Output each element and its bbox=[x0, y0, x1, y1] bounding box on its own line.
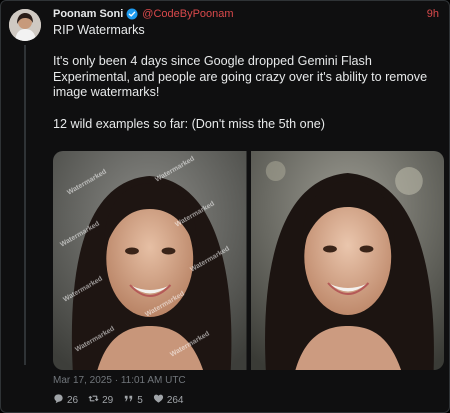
like-count: 264 bbox=[166, 394, 184, 406]
like-button[interactable]: 264 bbox=[153, 393, 184, 407]
engagement-bar: 26 29 5 264 bbox=[53, 393, 184, 407]
reply-count: 26 bbox=[67, 394, 79, 406]
tweet-text-line: 12 wild examples so far: (Don't miss the… bbox=[53, 116, 325, 131]
tweet-card: Poonam Soni @CodeByPoonam 9h RIP Waterma… bbox=[0, 0, 450, 413]
reply-button[interactable]: 26 bbox=[53, 393, 78, 407]
quote-count: 5 bbox=[137, 394, 143, 406]
author-name[interactable]: Poonam Soni bbox=[53, 8, 123, 20]
quote-icon bbox=[123, 393, 134, 407]
post-timestamp[interactable]: Mar 17, 2025 · 11:01 AM UTC bbox=[53, 375, 186, 386]
tweet-text: RIP Watermarks It's only been 4 days sin… bbox=[53, 23, 443, 148]
post-time[interactable]: 9h bbox=[427, 8, 439, 20]
author-handle[interactable]: @CodeByPoonam bbox=[142, 8, 233, 20]
clean-photo[interactable] bbox=[250, 151, 444, 370]
verified-badge-icon bbox=[126, 8, 138, 20]
retweet-button[interactable]: 29 bbox=[88, 393, 113, 407]
watermarked-photo[interactable]: Watermarked Watermarked Watermarked Wate… bbox=[53, 151, 247, 370]
tweet-text-line: It's only been 4 days since Google dropp… bbox=[53, 54, 428, 100]
tweet-text-line: RIP Watermarks bbox=[53, 23, 145, 37]
retweet-icon bbox=[88, 393, 99, 407]
tweet-media: Watermarked Watermarked Watermarked Wate… bbox=[53, 151, 444, 370]
avatar[interactable] bbox=[9, 9, 41, 41]
quote-button[interactable]: 5 bbox=[123, 393, 143, 407]
retweet-count: 29 bbox=[102, 394, 114, 406]
tweet-header: Poonam Soni @CodeByPoonam 9h bbox=[53, 6, 439, 22]
comment-icon bbox=[53, 393, 64, 407]
heart-icon bbox=[153, 393, 164, 407]
thread-line bbox=[24, 45, 26, 365]
